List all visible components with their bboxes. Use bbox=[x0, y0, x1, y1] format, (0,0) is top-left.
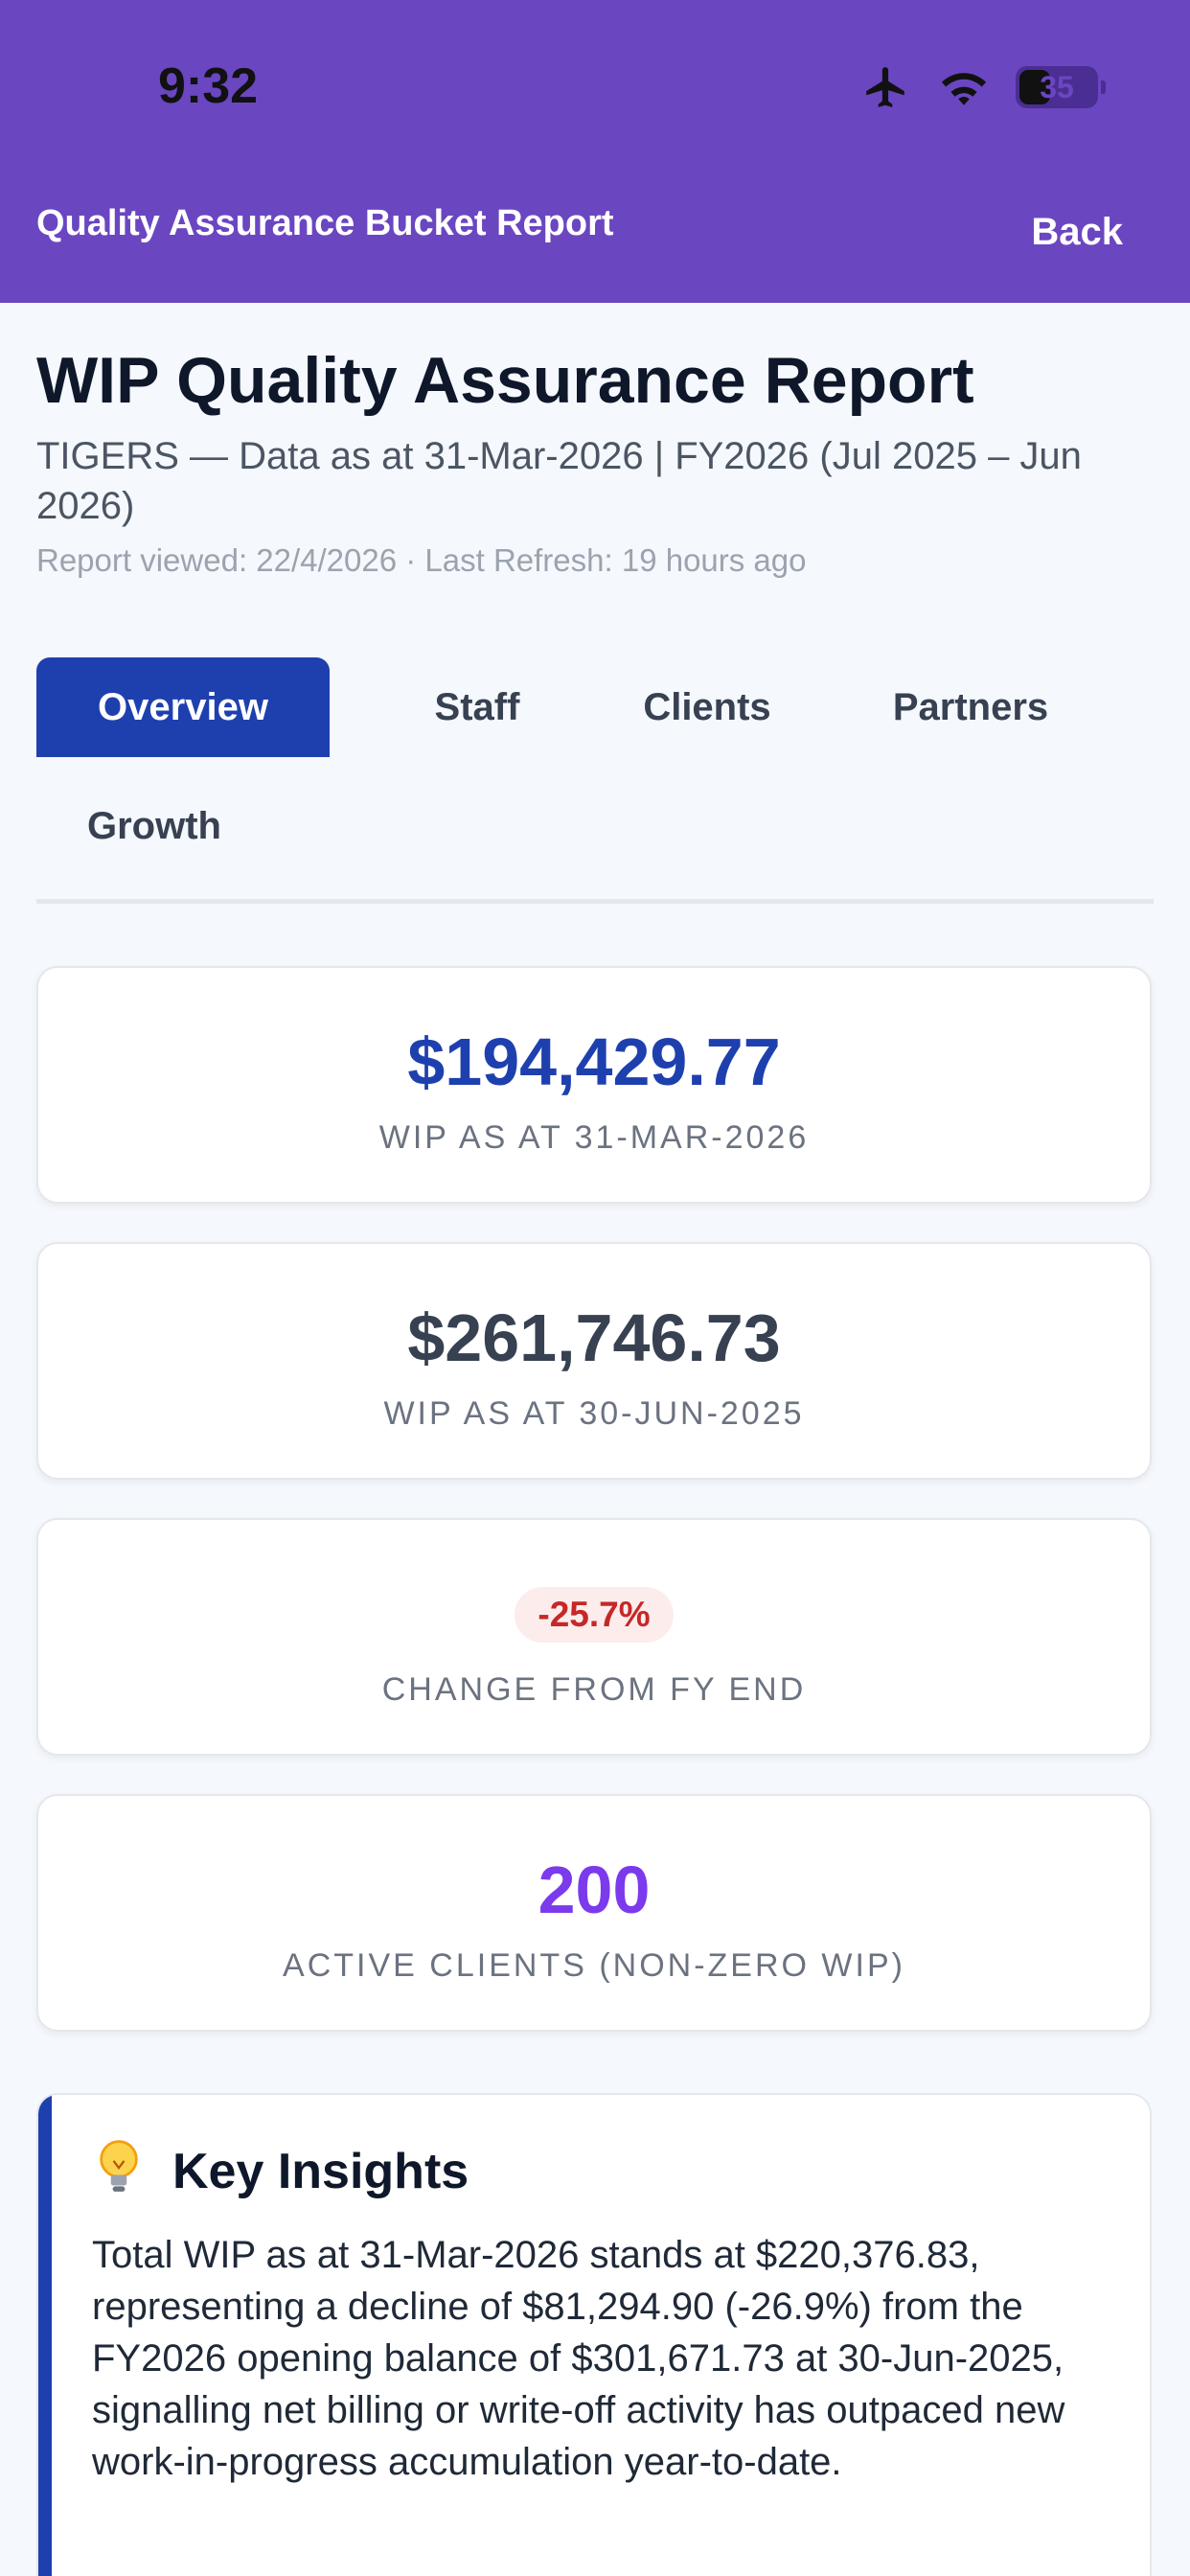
wifi-icon bbox=[941, 73, 987, 105]
kpi-card-wip-current: $194,429.77 WIP AS AT 31-MAR-2026 bbox=[36, 966, 1152, 1204]
report-meta: Report viewed: 22/4/2026 · Last Refresh:… bbox=[36, 542, 807, 578]
insights-title: Key Insights bbox=[172, 2144, 469, 2199]
tab-growth[interactable]: Growth bbox=[36, 776, 272, 876]
kpi-card-wip-fy-end: $261,746.73 WIP AS AT 30-JUN-2025 bbox=[36, 1242, 1152, 1480]
kpi-label: ACTIVE CLIENTS (NON-ZERO WIP) bbox=[283, 1947, 905, 1984]
lightbulb-icon bbox=[100, 2140, 138, 2192]
report-subtitle: TIGERS — Data as at 31-Mar-2026 | FY2026… bbox=[36, 435, 1082, 527]
nav-title: Quality Assurance Bucket Report bbox=[36, 203, 614, 243]
page-title: WIP Quality Assurance Report bbox=[36, 344, 974, 417]
tab-partners[interactable]: Partners bbox=[822, 657, 1119, 757]
tab-staff[interactable]: Staff bbox=[362, 657, 592, 757]
kpi-label: WIP AS AT 31-MAR-2026 bbox=[378, 1119, 810, 1156]
change-badge: -25.7% bbox=[515, 1587, 674, 1643]
back-button[interactable]: Back bbox=[1031, 211, 1123, 254]
tab-bar: Overview Staff Clients Partners Growth bbox=[36, 657, 1154, 903]
kpi-label: WIP AS AT 30-JUN-2025 bbox=[383, 1395, 805, 1432]
tab-clients[interactable]: Clients bbox=[592, 657, 822, 757]
insights-accent-bar bbox=[38, 2095, 52, 2576]
kpi-value: $194,429.77 bbox=[407, 1024, 781, 1099]
battery-icon: 35 bbox=[1016, 66, 1106, 108]
insights-body: Total WIP as at 31-Mar-2026 stands at $2… bbox=[92, 2234, 1065, 2483]
kpi-card-active-clients: 200 ACTIVE CLIENTS (NON-ZERO WIP) bbox=[36, 1794, 1152, 2032]
kpi-value: 200 bbox=[538, 1852, 651, 1927]
tabs-divider bbox=[36, 899, 1154, 904]
status-time: 9:32 bbox=[158, 58, 259, 114]
battery-level: 35 bbox=[1040, 69, 1074, 104]
tab-overview[interactable]: Overview bbox=[36, 657, 330, 757]
kpi-label: CHANGE FROM FY END bbox=[381, 1671, 807, 1708]
airplane-icon bbox=[866, 67, 904, 107]
status-icons: 35 bbox=[860, 63, 1106, 111]
kpi-value: $261,746.73 bbox=[407, 1300, 781, 1375]
app-header: 9:32 35 Quality Assurance Bucket Report … bbox=[0, 0, 1190, 303]
key-insights-panel: Key Insights Total WIP as at 31-Mar-2026… bbox=[36, 2093, 1152, 2576]
kpi-card-change: -25.7% CHANGE FROM FY END bbox=[36, 1518, 1152, 1756]
